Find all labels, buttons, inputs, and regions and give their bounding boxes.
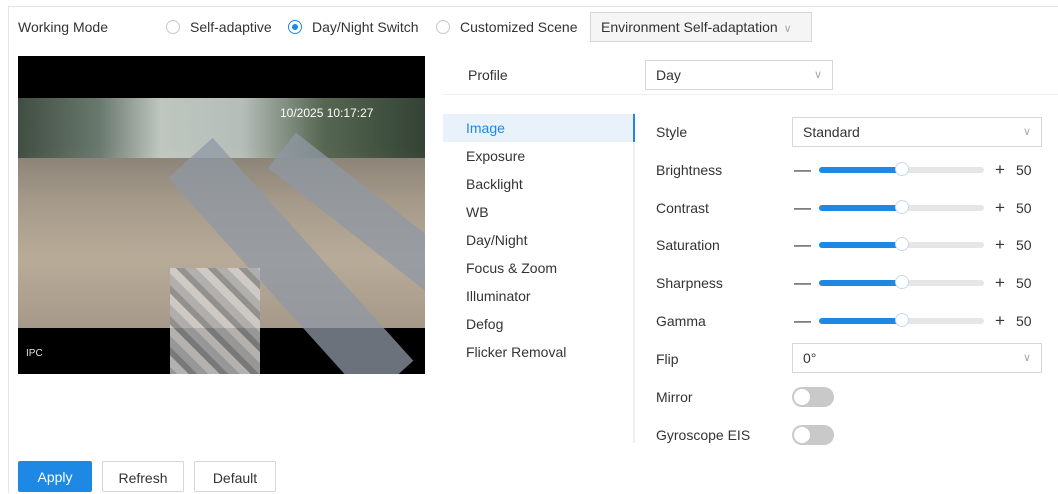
apply-button[interactable]: Apply (18, 461, 92, 492)
contrast-label: Contrast (656, 200, 709, 216)
gamma-increase-button[interactable]: + (995, 311, 1005, 331)
radio-day-night-switch[interactable] (288, 20, 302, 34)
settings-menu: Image Exposure Backlight WB Day/Night Fo… (443, 113, 635, 443)
radio-customized-scene[interactable] (436, 20, 450, 34)
saturation-slider[interactable] (819, 237, 984, 251)
brightness-label: Brightness (656, 162, 723, 178)
chevron-down-icon: ∨ (813, 69, 822, 81)
chevron-down-icon: ∨ (1022, 352, 1031, 364)
contrast-slider-thumb[interactable] (894, 200, 909, 214)
gyroscope-eis-toggle[interactable] (792, 425, 834, 445)
radio-customized-scene-label[interactable]: Customized Scene (460, 12, 578, 42)
profile-label: Profile (468, 67, 508, 83)
saturation-increase-button[interactable]: + (995, 235, 1005, 255)
working-mode-label: Working Mode (18, 19, 109, 35)
profile-select-value: Day (656, 67, 681, 83)
gamma-label: Gamma (656, 313, 706, 329)
menu-item-flicker-removal[interactable]: Flicker Removal (443, 338, 633, 366)
contrast-slider[interactable] (819, 200, 984, 214)
menu-item-illuminator[interactable]: Illuminator (443, 282, 633, 310)
menu-item-day-night[interactable]: Day/Night (443, 226, 633, 254)
saturation-label: Saturation (656, 237, 720, 253)
sharpness-value: 50 (1016, 275, 1032, 291)
timestamp-osd: 10/2025 10:17:27 (280, 106, 374, 120)
brightness-slider-thumb[interactable] (894, 162, 909, 176)
style-select[interactable]: Standard ∨ (792, 117, 1042, 147)
camera-image: IPC (18, 98, 425, 374)
mirror-toggle[interactable] (792, 387, 834, 407)
menu-item-image[interactable]: Image (443, 114, 635, 142)
contrast-increase-button[interactable]: + (995, 198, 1005, 218)
sharpness-increase-button[interactable]: + (995, 273, 1005, 293)
mirror-label: Mirror (656, 389, 693, 405)
profile-select[interactable]: Day ∨ (645, 60, 833, 90)
saturation-slider-thumb[interactable] (894, 237, 909, 251)
scene-select-value: Environment Self-adaptation (601, 19, 778, 35)
gamma-decrease-button[interactable]: — (794, 311, 811, 331)
saturation-value: 50 (1016, 237, 1032, 253)
default-button[interactable]: Default (194, 461, 276, 492)
flip-select[interactable]: 0° ∨ (792, 343, 1042, 373)
style-label: Style (656, 124, 688, 140)
radio-self-adaptive-label[interactable]: Self-adaptive (190, 12, 272, 42)
sharpness-slider[interactable] (819, 275, 984, 289)
live-preview[interactable]: IPC 10/2025 10:17:27 (18, 56, 425, 374)
menu-item-wb[interactable]: WB (443, 198, 633, 226)
brightness-increase-button[interactable]: + (995, 160, 1005, 180)
saturation-decrease-button[interactable]: — (794, 235, 811, 255)
sharpness-slider-thumb[interactable] (894, 275, 909, 289)
channel-osd: IPC (26, 348, 43, 359)
brightness-decrease-button[interactable]: — (794, 160, 811, 180)
menu-item-exposure[interactable]: Exposure (443, 142, 633, 170)
menu-item-focus-zoom[interactable]: Focus & Zoom (443, 254, 633, 282)
contrast-decrease-button[interactable]: — (794, 198, 811, 218)
brightness-value: 50 (1016, 162, 1032, 178)
flip-select-value: 0° (803, 350, 817, 366)
gamma-slider-thumb[interactable] (894, 313, 909, 327)
sharpness-label: Sharpness (656, 275, 723, 291)
radio-day-night-switch-label[interactable]: Day/Night Switch (312, 12, 419, 42)
gamma-slider[interactable] (819, 313, 984, 327)
refresh-button[interactable]: Refresh (102, 461, 184, 492)
flip-label: Flip (656, 351, 679, 367)
contrast-value: 50 (1016, 200, 1032, 216)
brightness-slider[interactable] (819, 162, 984, 176)
menu-item-defog[interactable]: Defog (443, 310, 633, 338)
radio-self-adaptive[interactable] (166, 20, 180, 34)
style-select-value: Standard (803, 124, 860, 140)
chevron-down-icon: ∨ (783, 23, 792, 35)
sharpness-decrease-button[interactable]: — (794, 273, 811, 293)
menu-item-backlight[interactable]: Backlight (443, 170, 633, 198)
gyroscope-eis-label: Gyroscope EIS (656, 427, 751, 443)
privacy-mask (170, 268, 260, 374)
gamma-value: 50 (1016, 313, 1032, 329)
chevron-down-icon: ∨ (1022, 126, 1031, 138)
scene-select[interactable]: Environment Self-adaptation ∨ (590, 12, 812, 42)
